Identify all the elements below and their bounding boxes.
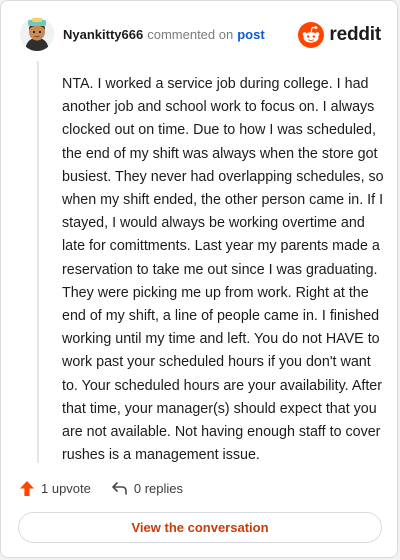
commented-on-text: commented on: [147, 27, 234, 42]
comment-byline: Nyankitty666 commented on post: [63, 27, 265, 42]
avatar-image: [20, 17, 54, 51]
comment-actions: 1 upvote 0 replies: [19, 477, 183, 499]
comment-header: Nyankitty666 commented on post reddit: [17, 15, 381, 55]
post-link[interactable]: post: [237, 27, 264, 42]
replies-count: 0 replies: [133, 480, 184, 496]
reply-arrow-icon: [112, 481, 127, 495]
thread-line: [37, 61, 39, 463]
username-link[interactable]: Nyankitty666: [63, 27, 143, 42]
view-conversation-button[interactable]: View the conversation: [18, 512, 382, 543]
reddit-wordmark: reddit: [329, 24, 381, 45]
reddit-logo-icon: [298, 22, 325, 48]
user-avatar[interactable]: [20, 17, 54, 51]
comment-card: Nyankitty666 commented on post reddit NTA.…: [0, 0, 398, 558]
upvote-count: 1 upvote: [41, 480, 91, 496]
replies-action[interactable]: 0 replies: [111, 481, 183, 496]
upvote-action[interactable]: 1 upvote: [19, 480, 91, 497]
comment-body: NTA. I worked a service job during colle…: [62, 76, 384, 464]
upvote-arrow-icon: [20, 480, 34, 496]
reddit-brand[interactable]: reddit: [298, 21, 381, 49]
